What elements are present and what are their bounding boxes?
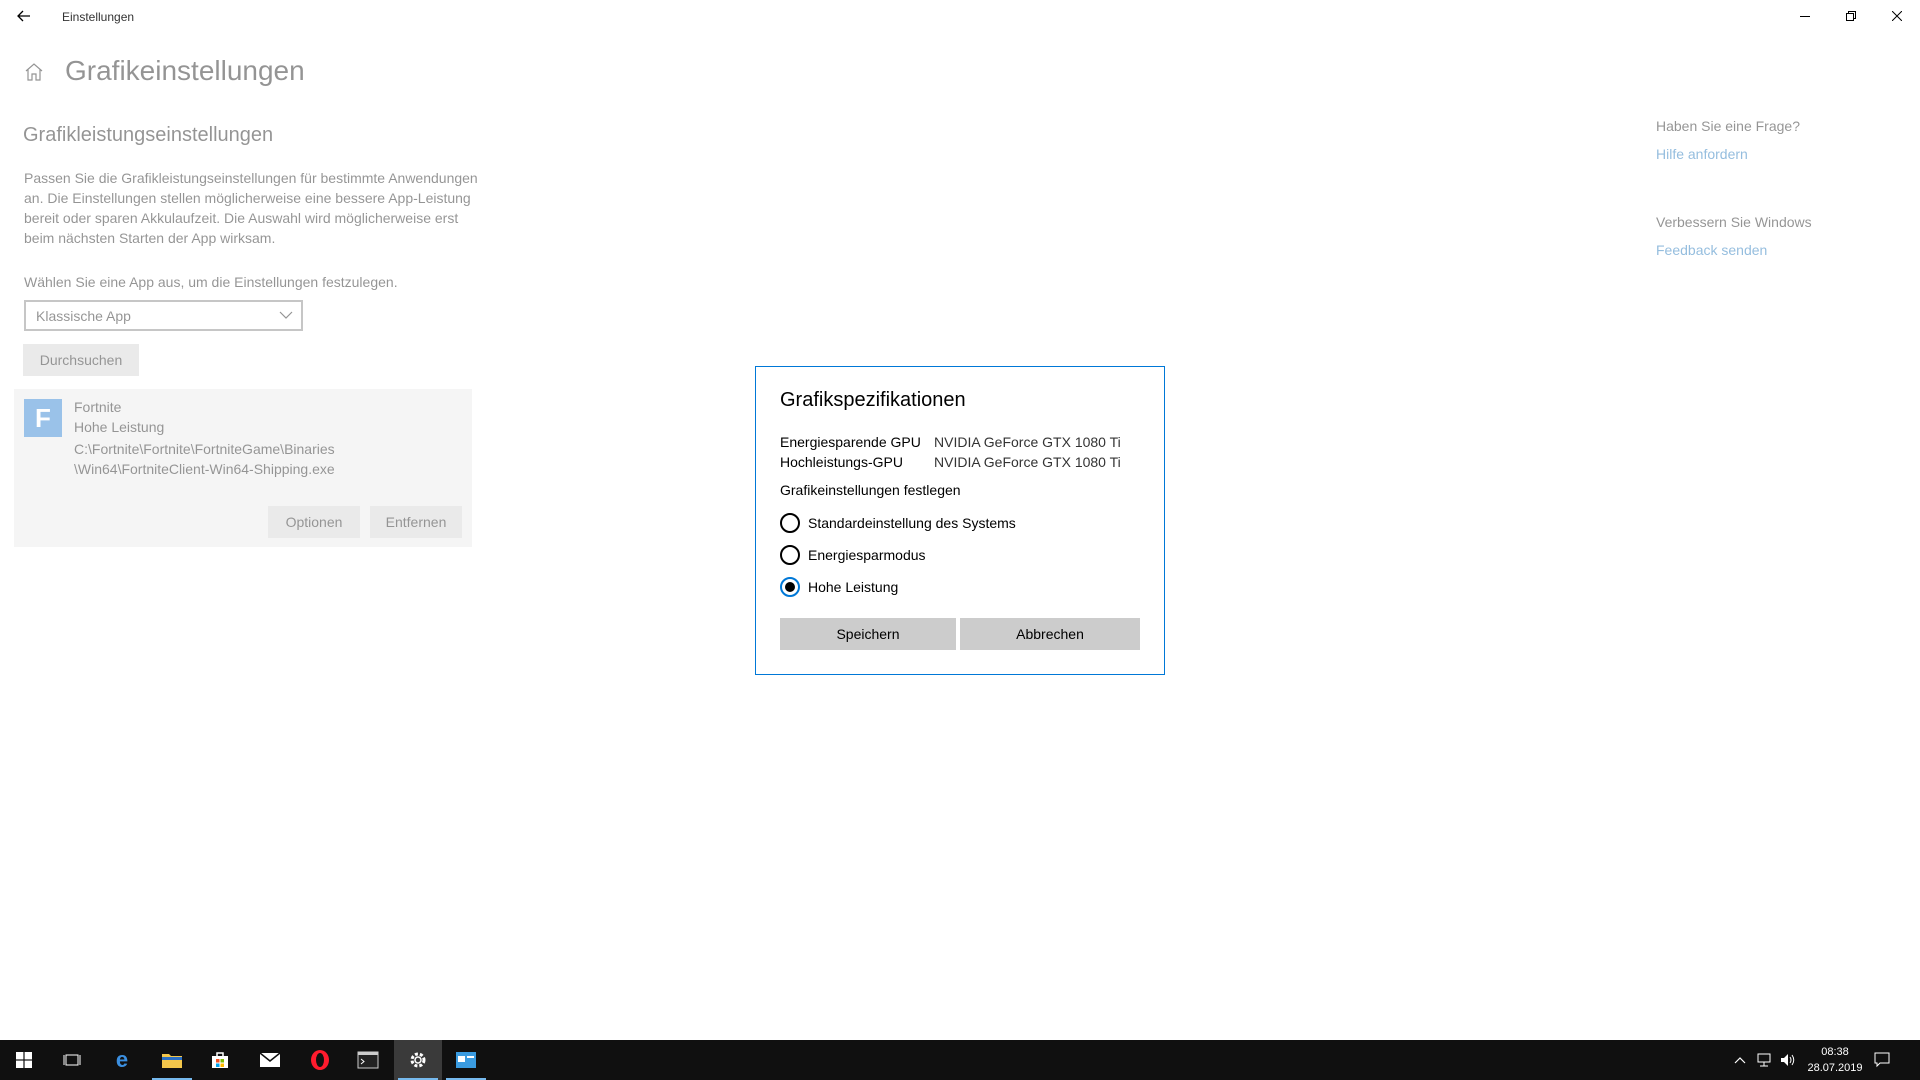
radio-power-saving[interactable]: Energiesparmodus (780, 545, 926, 565)
improve-windows-label: Verbessern Sie Windows (1656, 214, 1812, 230)
app-mode: Hohe Leistung (74, 419, 165, 435)
opera-icon (311, 1050, 329, 1070)
app-path-line2: \Win64\FortniteClient-Win64-Shipping.exe (74, 461, 335, 477)
section-title: Grafikleistungseinstellungen (23, 124, 274, 146)
radio-dot (785, 582, 795, 592)
mail-icon (259, 1052, 281, 1067)
chevron-up-icon (1734, 1057, 1746, 1064)
browse-button[interactable]: Durchsuchen (23, 344, 139, 376)
graphics-spec-dialog: Grafikspezifikationen Energiesparende GP… (755, 366, 1165, 675)
app-path-line1: C:\Fortnite\Fortnite\FortniteGame\Binari… (74, 441, 335, 457)
store-icon (212, 1052, 228, 1068)
taskbar-terminal[interactable] (344, 1040, 392, 1080)
radio-label: Energiesparmodus (808, 547, 926, 563)
tray-network[interactable] (1752, 1040, 1776, 1080)
options-button[interactable]: Optionen (268, 506, 360, 538)
taskbar-edge[interactable]: e (98, 1040, 146, 1080)
radio-label: Hohe Leistung (808, 579, 899, 595)
high-perf-gpu-value: NVIDIA GeForce GTX 1080 Ti (934, 454, 1121, 470)
action-center-button[interactable] (1862, 1040, 1902, 1080)
help-question: Haben Sie eine Frage? (1656, 118, 1800, 134)
svg-text:e: e (116, 1049, 128, 1071)
save-button[interactable]: Speichern (780, 618, 956, 650)
home-icon[interactable] (22, 60, 46, 84)
app-icon: F (24, 399, 62, 437)
task-view-button[interactable] (48, 1040, 96, 1080)
notification-icon (1874, 1052, 1890, 1068)
tray-show-hidden[interactable] (1728, 1040, 1752, 1080)
power-saving-gpu-label: Energiesparende GPU (780, 434, 921, 450)
description-text: Passen Sie die Grafikleistungseinstellun… (24, 170, 478, 246)
radio-button[interactable] (780, 545, 800, 565)
taskbar: e 08:38 28.07.2019 (0, 1040, 1920, 1080)
settings-label: Grafikeinstellungen festlegen (780, 482, 961, 498)
taskbar-settings[interactable] (394, 1040, 442, 1080)
radio-high-performance[interactable]: Hohe Leistung (780, 577, 898, 597)
radio-label: Standardeinstellung des Systems (808, 515, 1016, 531)
page-title: Grafikeinstellungen (65, 55, 305, 86)
taskbar-clock[interactable]: 08:38 28.07.2019 (1800, 1044, 1870, 1076)
app-path: C:\Fortnite\Fortnite\FortniteGame\Binari… (74, 439, 335, 479)
taskbar-mail[interactable] (246, 1040, 294, 1080)
task-view-icon (63, 1054, 81, 1066)
edge-icon: e (116, 1049, 128, 1071)
gear-icon (410, 1052, 426, 1068)
radio-system-default[interactable]: Standardeinstellung des Systems (780, 513, 1016, 533)
help-link[interactable]: Hilfe anfordern (1656, 146, 1748, 162)
start-button[interactable] (0, 1040, 48, 1080)
choose-app-label: Wählen Sie eine App aus, um die Einstell… (24, 274, 398, 290)
feedback-link[interactable]: Feedback senden (1656, 242, 1767, 258)
power-saving-gpu-row: Energiesparende GPU NVIDIA GeForce GTX 1… (780, 434, 1121, 450)
high-perf-gpu-row: Hochleistungs-GPU NVIDIA GeForce GTX 108… (780, 454, 1121, 470)
clock-time: 08:38 (1821, 1046, 1849, 1058)
taskbar-app[interactable] (442, 1040, 490, 1080)
app-window-icon (456, 1052, 476, 1068)
taskbar-file-explorer[interactable] (148, 1040, 196, 1080)
cancel-button[interactable]: Abbrechen (960, 618, 1140, 650)
tray-volume[interactable] (1776, 1040, 1800, 1080)
volume-icon (1781, 1054, 1795, 1066)
folder-icon (162, 1054, 182, 1068)
radio-button-checked[interactable] (780, 577, 800, 597)
dialog-title: Grafikspezifikationen (780, 389, 966, 411)
app-type-selected: Klassische App (36, 307, 131, 324)
app-type-dropdown[interactable]: Klassische App (24, 300, 303, 331)
terminal-icon (357, 1051, 379, 1069)
remove-button[interactable]: Entfernen (370, 506, 462, 538)
clock-date: 28.07.2019 (1807, 1062, 1863, 1074)
windows-icon (16, 1052, 32, 1068)
taskbar-store[interactable] (196, 1040, 244, 1080)
taskbar-opera[interactable] (296, 1040, 344, 1080)
network-icon (1757, 1053, 1771, 1067)
high-perf-gpu-label: Hochleistungs-GPU (780, 454, 903, 470)
chevron-down-icon (279, 311, 293, 319)
radio-button[interactable] (780, 513, 800, 533)
power-saving-gpu-value: NVIDIA GeForce GTX 1080 Ti (934, 434, 1121, 450)
app-name: Fortnite (74, 399, 122, 415)
